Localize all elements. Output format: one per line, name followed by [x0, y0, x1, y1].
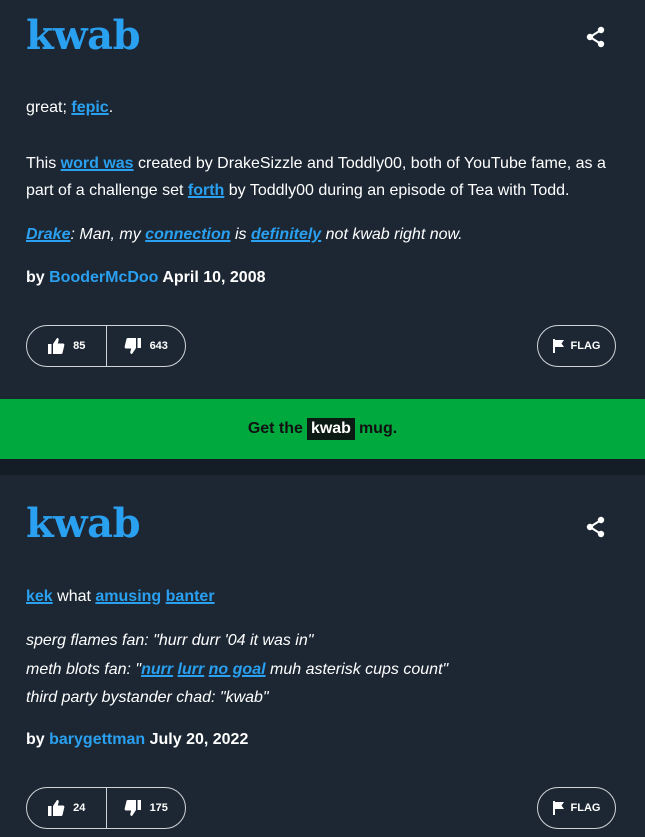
example: sperg flames fan: "hurr durr '04 it was …: [26, 627, 626, 713]
link-forth[interactable]: forth: [188, 182, 224, 199]
link-no-goal[interactable]: no goal: [209, 661, 266, 678]
link-word-was[interactable]: word was: [61, 155, 134, 172]
vote-buttons: 85 643: [26, 325, 186, 367]
definition-card: kwab great; fepic. This word was created…: [0, 0, 645, 399]
post-date: April 10, 2008: [162, 269, 266, 286]
by-label: by: [26, 269, 45, 286]
example: Drake: Man, my connection is definitely …: [26, 221, 626, 248]
upvote-count: 24: [73, 802, 86, 814]
author-link[interactable]: BooderMcDoo: [49, 269, 158, 286]
example-text: meth blots fan: ": [26, 660, 142, 678]
upvote-count: 85: [73, 340, 86, 352]
downvote-button[interactable]: 175: [107, 788, 186, 828]
upvote-button[interactable]: 85: [27, 326, 106, 366]
share-icon[interactable]: [585, 26, 607, 48]
mug-prefix: Get the: [247, 420, 303, 437]
thumbs-down-icon: [124, 338, 141, 354]
description: This word was created by DrakeSizzle and…: [26, 150, 626, 204]
flag-button[interactable]: FLAG: [537, 787, 616, 829]
definition-card: kwab kek what amusing banter sperg flame…: [0, 475, 645, 837]
link-drake[interactable]: Drake: [26, 226, 70, 243]
description-text: by Toddly00 during an episode of Tea wit…: [224, 182, 570, 199]
word-title[interactable]: kwab: [26, 12, 141, 59]
meaning: kek what amusing banter: [26, 583, 626, 610]
example-text: : Man, my: [70, 226, 146, 243]
link-nurr[interactable]: nurr: [141, 661, 173, 678]
link-kek[interactable]: kek: [26, 588, 53, 605]
thumbs-down-icon: [124, 800, 141, 816]
by-label: by: [26, 731, 45, 748]
meaning-text: what: [52, 588, 96, 605]
thumbs-up-icon: [48, 800, 65, 816]
example-text: not kwab right now.: [321, 226, 463, 243]
example-text: muh asterisk cups count": [265, 660, 449, 678]
link-definitely[interactable]: definitely: [251, 226, 321, 243]
contributor: by BooderMcDoo April 10, 2008: [26, 269, 265, 287]
link-connection[interactable]: connection: [145, 226, 230, 243]
meaning-text: great;: [26, 99, 72, 116]
contributor: by barygettman July 20, 2022: [26, 731, 248, 749]
flag-button[interactable]: FLAG: [537, 325, 616, 367]
example-line: meth blots fan: "nurr lurr no goal muh a…: [26, 656, 626, 685]
flag-icon: [552, 339, 564, 353]
upvote-button[interactable]: 24: [27, 788, 106, 828]
card-separator: [0, 459, 645, 475]
vote-buttons: 24 175: [26, 787, 186, 829]
downvote-button[interactable]: 643: [107, 326, 186, 366]
mug-suffix: mug.: [358, 420, 398, 437]
author-link[interactable]: barygettman: [49, 731, 145, 748]
share-icon[interactable]: [585, 516, 607, 538]
example-line: third party bystander chad: "kwab": [26, 689, 269, 706]
thumbs-up-icon: [48, 338, 65, 354]
downvote-count: 175: [149, 802, 168, 814]
flag-label: FLAG: [570, 340, 601, 352]
link-banter[interactable]: banter: [166, 588, 215, 605]
mug-word: kwab: [306, 418, 355, 440]
description-text: This: [26, 155, 61, 172]
link-fepic[interactable]: fepic: [71, 99, 108, 116]
link-lurr[interactable]: lurr: [178, 661, 205, 678]
downvote-count: 643: [149, 340, 168, 352]
meaning: great; fepic.: [26, 94, 626, 121]
word-title[interactable]: kwab: [26, 500, 141, 547]
meaning-text: .: [108, 99, 114, 116]
link-amusing[interactable]: amusing: [95, 588, 161, 605]
post-date: July 20, 2022: [149, 731, 249, 748]
example-line: sperg flames fan: "hurr durr '04 it was …: [26, 632, 314, 649]
mug-banner[interactable]: Get the kwab mug.: [0, 399, 645, 459]
flag-label: FLAG: [570, 802, 601, 814]
example-text: is: [230, 226, 251, 243]
flag-icon: [552, 801, 564, 815]
